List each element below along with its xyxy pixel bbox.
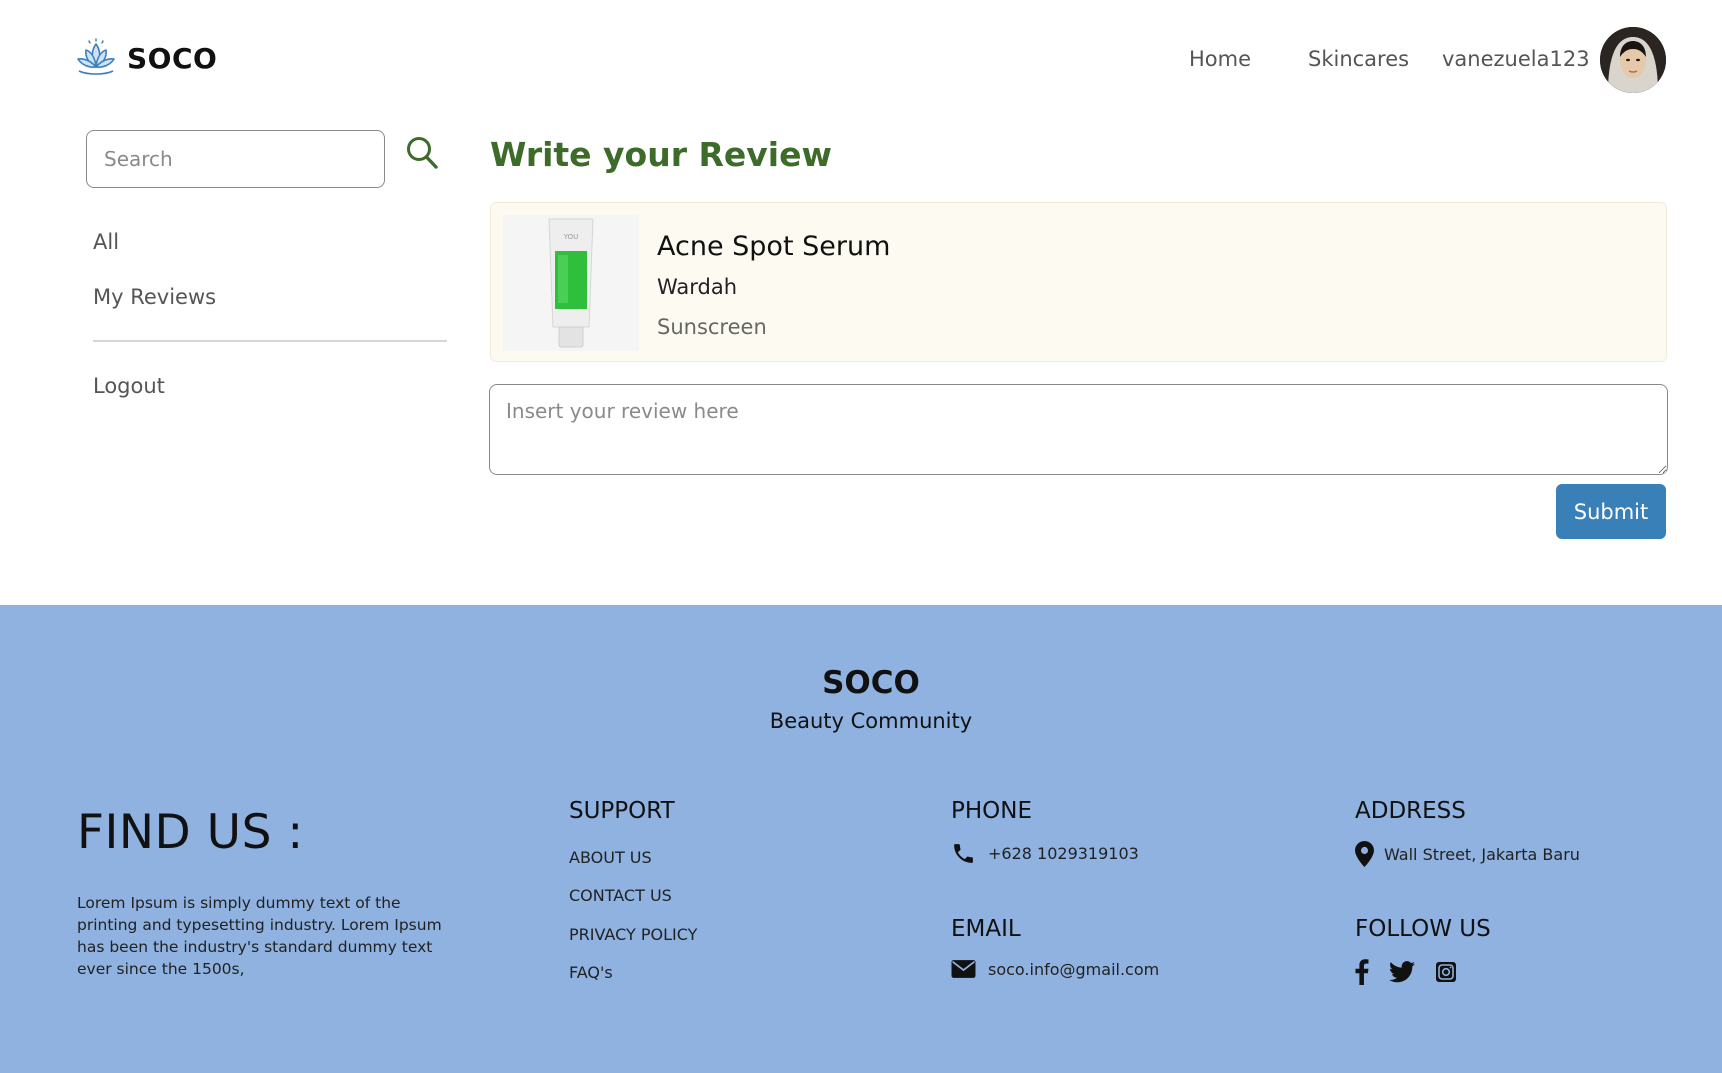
sidebar-item-all[interactable]: All xyxy=(93,230,119,254)
support-title: SUPPORT xyxy=(569,798,675,824)
product-image: YOU xyxy=(503,215,639,351)
search-input[interactable] xyxy=(86,130,385,188)
nav-username[interactable]: vanezuela123 xyxy=(1442,47,1590,71)
phone-title: PHONE xyxy=(951,798,1033,824)
user-avatar-image xyxy=(1600,27,1666,93)
footer-link-contact[interactable]: CONTACT US xyxy=(569,886,672,905)
product-name: Acne Spot Serum xyxy=(657,231,891,262)
review-textarea[interactable] xyxy=(489,384,1668,475)
sidebar-divider xyxy=(93,340,447,342)
product-card: YOU Acne Spot Serum Wardah Sunscreen xyxy=(490,202,1667,362)
footer-link-faq[interactable]: FAQ's xyxy=(569,963,613,982)
page-title: Write your Review xyxy=(490,135,832,174)
envelope-icon xyxy=(951,960,976,978)
logo[interactable]: SOCO xyxy=(75,38,217,78)
address-row: Wall Street, Jakarta Baru xyxy=(1355,841,1580,867)
lotus-logo-icon xyxy=(77,38,115,75)
facebook-icon[interactable] xyxy=(1355,959,1369,985)
phone-row: +628 1029319103 xyxy=(951,841,1139,866)
social-icons xyxy=(1355,959,1477,985)
nav-home[interactable]: Home xyxy=(1189,47,1251,71)
twitter-icon[interactable] xyxy=(1389,961,1415,983)
header: SOCO Home Skincares vanezuela123 xyxy=(0,0,1722,122)
phone-icon xyxy=(954,844,973,863)
email-value[interactable]: soco.info@gmail.com xyxy=(988,960,1159,979)
footer-brand: SOCO xyxy=(822,665,920,701)
avatar[interactable] xyxy=(1600,27,1666,93)
address-title: ADDRESS xyxy=(1355,798,1466,824)
follow-title: FOLLOW US xyxy=(1355,916,1491,942)
sidebar-item-my-reviews[interactable]: My Reviews xyxy=(93,285,216,309)
search-icon[interactable] xyxy=(405,134,441,174)
brand-name: SOCO xyxy=(127,41,218,75)
product-category: Sunscreen xyxy=(657,315,767,339)
nav-skincares[interactable]: Skincares xyxy=(1308,47,1409,71)
product-brand: Wardah xyxy=(657,275,738,299)
phone-value: +628 1029319103 xyxy=(988,844,1139,863)
footer: SOCO Beauty Community FIND US : Lorem Ip… xyxy=(0,605,1722,1073)
location-pin-icon xyxy=(1355,841,1374,867)
instagram-icon[interactable] xyxy=(1435,961,1457,983)
find-us-title: FIND US : xyxy=(77,805,304,860)
sidebar-item-logout[interactable]: Logout xyxy=(93,374,165,398)
email-row: soco.info@gmail.com xyxy=(951,959,1159,979)
submit-button[interactable]: Submit xyxy=(1556,484,1666,539)
tube-brand-text: YOU xyxy=(563,233,579,241)
footer-link-about[interactable]: ABOUT US xyxy=(569,848,652,867)
email-title: EMAIL xyxy=(951,916,1021,942)
footer-link-privacy[interactable]: PRIVACY POLICY xyxy=(569,925,697,944)
footer-tagline: Beauty Community xyxy=(769,709,973,733)
address-value: Wall Street, Jakarta Baru xyxy=(1384,844,1580,864)
find-us-text: Lorem Ipsum is simply dummy text of the … xyxy=(77,894,442,978)
